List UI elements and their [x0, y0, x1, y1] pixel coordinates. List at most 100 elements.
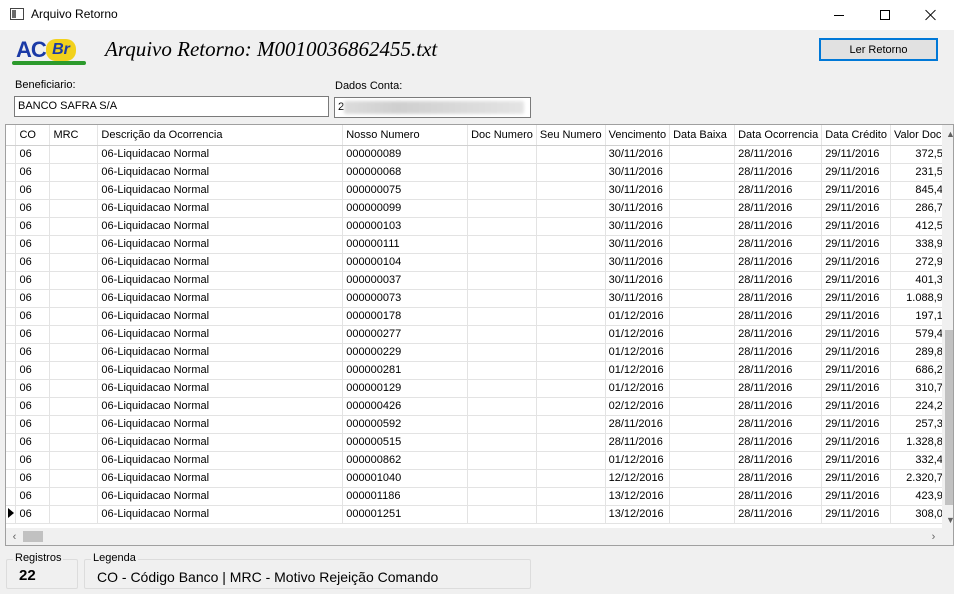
table-cell[interactable]: 06 [15, 217, 51, 236]
table-cell[interactable] [669, 325, 736, 344]
table-cell[interactable] [669, 469, 736, 488]
table-cell[interactable]: 000000068 [342, 163, 469, 182]
table-cell[interactable] [536, 145, 606, 164]
table-cell[interactable]: 06-Liquidacao Normal [97, 217, 344, 236]
table-cell[interactable] [49, 217, 99, 236]
table-cell[interactable] [536, 451, 606, 470]
table-cell[interactable]: 06-Liquidacao Normal [97, 397, 344, 416]
table-cell[interactable] [669, 271, 736, 290]
table-cell[interactable] [536, 163, 606, 182]
table-cell[interactable]: 28/11/2016 [734, 217, 823, 236]
table-cell[interactable]: 06-Liquidacao Normal [97, 415, 344, 434]
table-row[interactable]: 06 06-Liquidacao Normal 000001186 13/12/201… [6, 487, 953, 506]
table-cell[interactable] [467, 145, 537, 164]
table-cell[interactable]: 06 [15, 487, 51, 506]
table-cell[interactable]: 06 [15, 505, 51, 524]
table-cell[interactable]: 000000099 [342, 199, 469, 218]
table-cell[interactable]: 29/11/2016 [821, 505, 891, 524]
table-cell[interactable]: 29/11/2016 [821, 415, 891, 434]
table-cell[interactable]: 000000073 [342, 289, 469, 308]
table-cell[interactable]: 01/12/2016 [605, 361, 671, 380]
table-row[interactable]: 06 06-Liquidacao Normal 000000129 01/12/201… [6, 379, 953, 398]
table-row[interactable]: 06 06-Liquidacao Normal 000000068 30/11/201… [6, 163, 953, 182]
table-cell[interactable] [467, 505, 537, 524]
table-cell[interactable]: 01/12/2016 [605, 379, 671, 398]
column-header[interactable]: Data Ocorrencia [734, 125, 823, 146]
table-cell[interactable] [49, 361, 99, 380]
table-cell[interactable]: 000001186 [342, 487, 469, 506]
table-cell[interactable] [669, 379, 736, 398]
table-cell[interactable]: 28/11/2016 [734, 235, 823, 254]
column-header[interactable]: Vencimento [605, 125, 671, 146]
column-header[interactable]: Nosso Numero [342, 125, 469, 146]
column-header[interactable]: Data Crédito [821, 125, 891, 146]
ler-retorno-button[interactable]: Ler Retorno [819, 38, 938, 61]
scroll-right-icon[interactable]: › [925, 528, 942, 545]
table-cell[interactable]: 29/11/2016 [821, 433, 891, 452]
table-cell[interactable] [536, 253, 606, 272]
table-cell[interactable] [49, 289, 99, 308]
table-cell[interactable] [669, 343, 736, 362]
table-cell[interactable] [49, 469, 99, 488]
table-cell[interactable]: 30/11/2016 [605, 145, 671, 164]
table-cell[interactable]: 06-Liquidacao Normal [97, 307, 344, 326]
table-cell[interactable]: 000001040 [342, 469, 469, 488]
table-cell[interactable] [669, 217, 736, 236]
table-cell[interactable] [669, 505, 736, 524]
table-cell[interactable]: 28/11/2016 [734, 307, 823, 326]
table-cell[interactable] [467, 253, 537, 272]
table-cell[interactable] [467, 325, 537, 344]
table-cell[interactable]: 06-Liquidacao Normal [97, 487, 344, 506]
table-cell[interactable]: 29/11/2016 [821, 289, 891, 308]
table-cell[interactable] [536, 415, 606, 434]
table-cell[interactable]: 000000426 [342, 397, 469, 416]
table-cell[interactable]: 06 [15, 163, 51, 182]
table-cell[interactable]: 29/11/2016 [821, 199, 891, 218]
table-cell[interactable] [536, 235, 606, 254]
table-cell[interactable]: 28/11/2016 [734, 343, 823, 362]
table-row[interactable]: 06 06-Liquidacao Normal 000000073 30/11/201… [6, 289, 953, 308]
table-cell[interactable]: 30/11/2016 [605, 199, 671, 218]
table-cell[interactable]: 28/11/2016 [734, 451, 823, 470]
table-cell[interactable] [49, 145, 99, 164]
table-cell[interactable] [467, 451, 537, 470]
table-cell[interactable] [669, 181, 736, 200]
table-cell[interactable]: 06 [15, 451, 51, 470]
table-cell[interactable] [536, 487, 606, 506]
table-cell[interactable]: 06-Liquidacao Normal [97, 235, 344, 254]
table-cell[interactable]: 28/11/2016 [734, 145, 823, 164]
column-header[interactable]: Doc Numero [467, 125, 537, 146]
table-row[interactable]: 06 06-Liquidacao Normal 000000178 01/12/201… [6, 307, 953, 326]
table-cell[interactable]: 06-Liquidacao Normal [97, 289, 344, 308]
table-cell[interactable] [536, 469, 606, 488]
table-cell[interactable]: 06-Liquidacao Normal [97, 271, 344, 290]
dados-conta-field[interactable]: 2 [334, 97, 531, 118]
table-cell[interactable]: 06 [15, 145, 51, 164]
table-cell[interactable]: 000000129 [342, 379, 469, 398]
table-cell[interactable]: 06-Liquidacao Normal [97, 379, 344, 398]
table-cell[interactable]: 28/11/2016 [605, 433, 671, 452]
table-cell[interactable]: 29/11/2016 [821, 181, 891, 200]
table-cell[interactable]: 29/11/2016 [821, 361, 891, 380]
close-button[interactable] [908, 0, 954, 30]
table-row[interactable]: 06 06-Liquidacao Normal 000000592 28/11/201… [6, 415, 953, 434]
table-cell[interactable]: 01/12/2016 [605, 451, 671, 470]
table-cell[interactable]: 06 [15, 199, 51, 218]
table-cell[interactable]: 28/11/2016 [734, 253, 823, 272]
table-cell[interactable]: 06-Liquidacao Normal [97, 361, 344, 380]
table-cell[interactable] [49, 181, 99, 200]
table-cell[interactable] [536, 307, 606, 326]
table-cell[interactable]: 06-Liquidacao Normal [97, 433, 344, 452]
table-cell[interactable] [536, 271, 606, 290]
table-cell[interactable] [467, 235, 537, 254]
table-cell[interactable]: 29/11/2016 [821, 379, 891, 398]
table-cell[interactable] [669, 397, 736, 416]
table-cell[interactable] [467, 343, 537, 362]
table-cell[interactable]: 13/12/2016 [605, 487, 671, 506]
table-cell[interactable] [467, 469, 537, 488]
table-cell[interactable]: 000000075 [342, 181, 469, 200]
table-cell[interactable]: 12/12/2016 [605, 469, 671, 488]
table-cell[interactable]: 000000103 [342, 217, 469, 236]
table-cell[interactable] [536, 199, 606, 218]
column-header[interactable]: Data Baixa [669, 125, 736, 146]
